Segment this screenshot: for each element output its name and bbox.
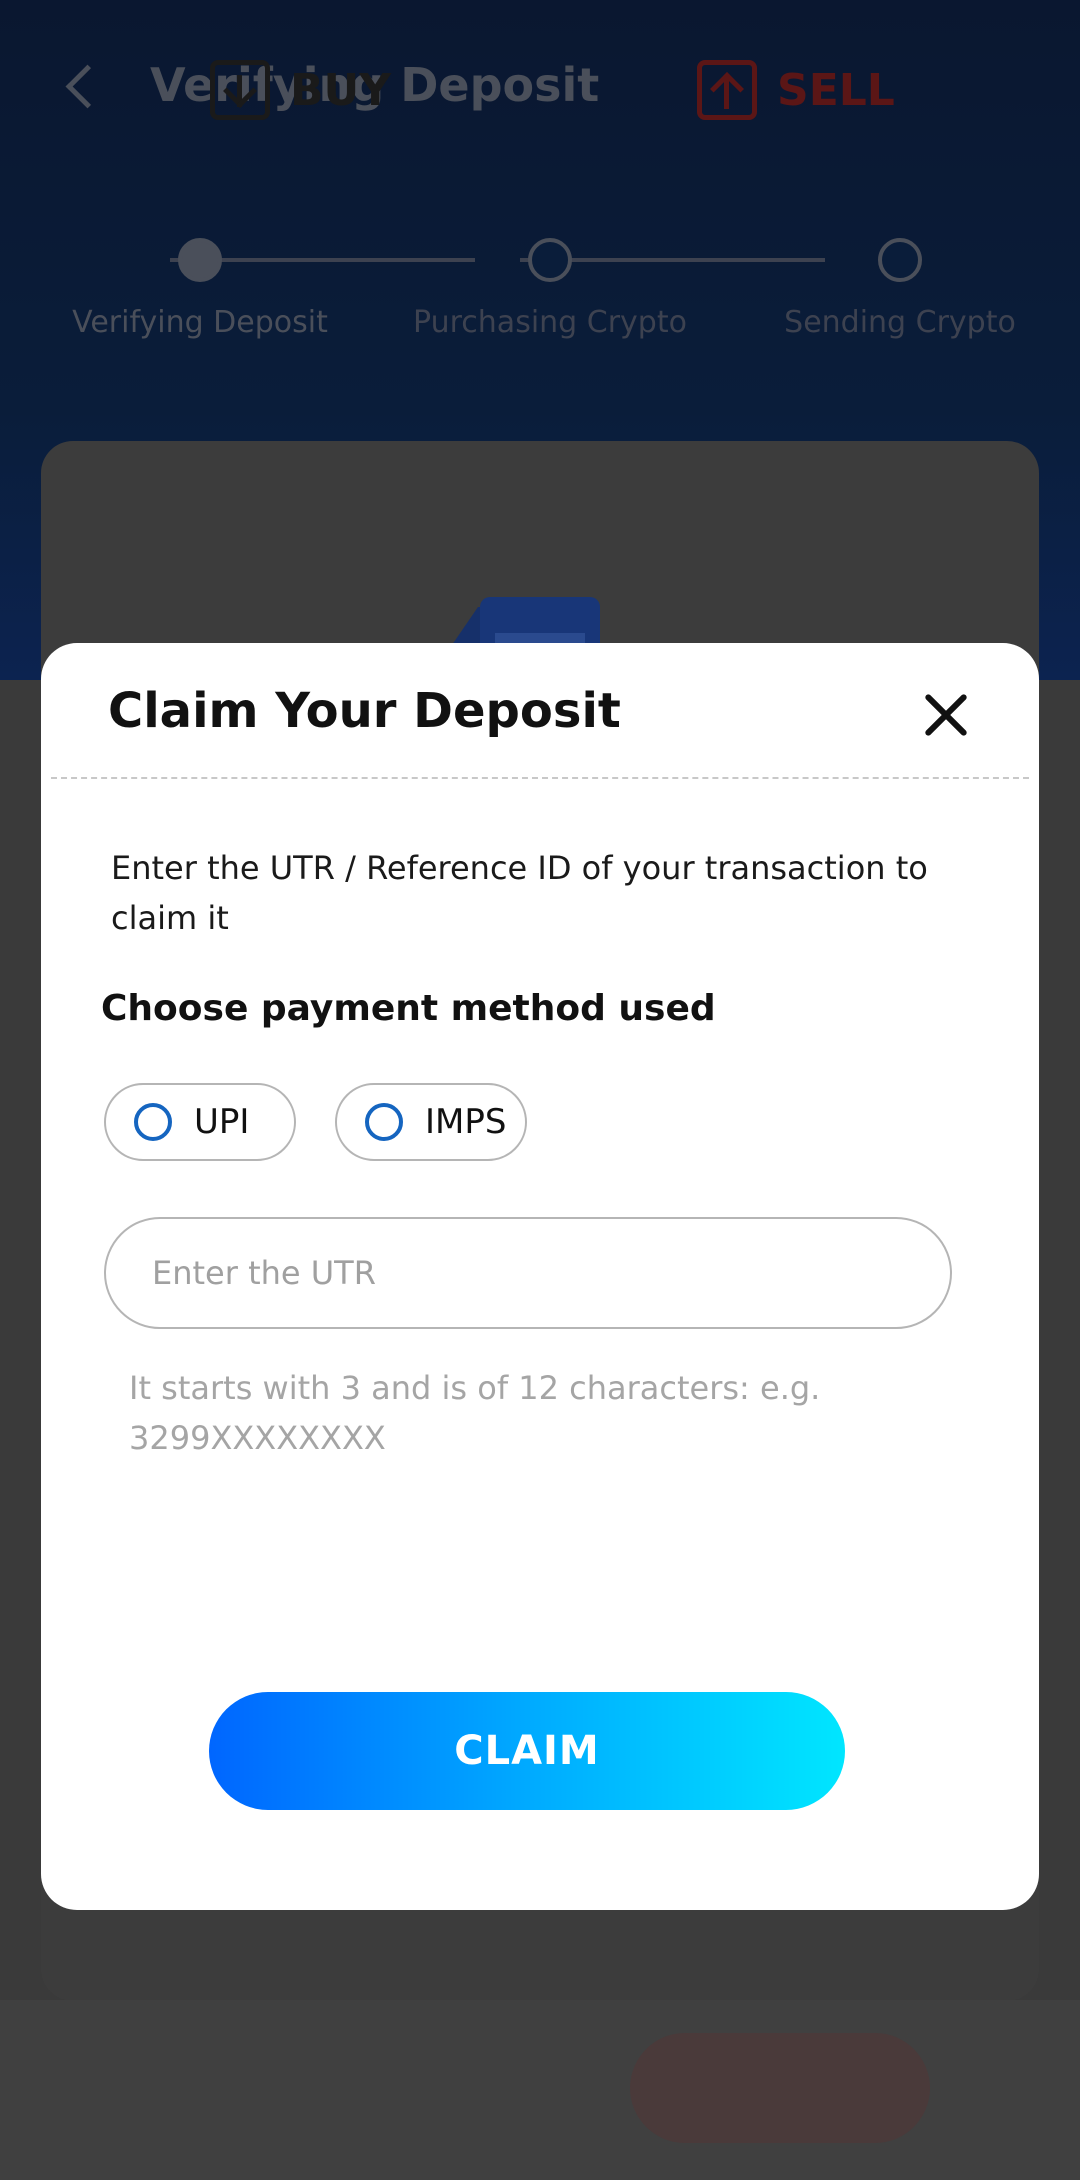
back-arrow-icon[interactable] — [60, 65, 100, 105]
page: Verifying Deposit Verifying Deposit Purc… — [0, 0, 1080, 2180]
radio-unchecked-icon — [134, 1103, 172, 1141]
buy-label: BUY — [290, 64, 392, 116]
modal-description: Enter the UTR / Reference ID of your tra… — [111, 849, 928, 937]
step-label-purchasing: Purchasing Crypto — [413, 305, 687, 340]
payment-option-imps[interactable]: IMPS — [335, 1083, 527, 1161]
buy-button[interactable]: BUY — [210, 60, 391, 120]
step-dot-purchasing — [528, 238, 572, 282]
download-arrow-icon — [210, 60, 270, 120]
step-label-sending: Sending Crypto — [784, 305, 1016, 340]
claim-deposit-modal: Claim Your Deposit Enter the UTR / Refer… — [41, 643, 1039, 1910]
sell-label: SELL — [777, 64, 895, 116]
utr-hint: It starts with 3 and is of 12 characters… — [129, 1369, 821, 1457]
modal-title: Claim Your Deposit — [108, 683, 621, 739]
payment-option-label: IMPS — [425, 1102, 507, 1142]
step-dot-sending — [878, 238, 922, 282]
payment-option-upi[interactable]: UPI — [104, 1083, 296, 1161]
utr-input[interactable] — [104, 1217, 952, 1329]
upload-arrow-icon — [697, 60, 757, 120]
modal-divider — [51, 777, 1029, 779]
sell-button[interactable]: SELL — [697, 60, 895, 120]
radio-unchecked-icon — [365, 1103, 403, 1141]
payment-method-label: Choose payment method used — [101, 988, 716, 1029]
sell-button-background — [630, 2033, 930, 2143]
close-icon[interactable] — [916, 685, 976, 745]
step-label-verifying: Verifying Deposit — [72, 305, 328, 340]
claim-button[interactable]: CLAIM — [209, 1692, 845, 1810]
progress-stepper: Verifying Deposit Purchasing Crypto Send… — [60, 230, 1040, 350]
payment-option-label: UPI — [194, 1102, 250, 1142]
step-dot-verifying — [178, 238, 222, 282]
